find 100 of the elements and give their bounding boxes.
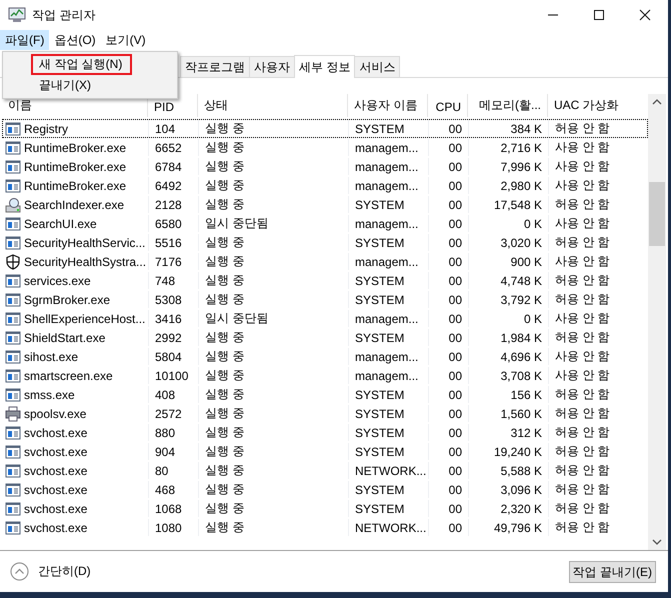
table-row[interactable]: SearchIndexer.exe 2128 실행 중 SYSTEM 00 17,548 K 허용 안 함: [2, 195, 648, 214]
table-cell: 104: [149, 120, 199, 137]
table-cell: 00: [429, 310, 469, 327]
table-cell-text: 허용 안 함: [554, 405, 611, 422]
menu-item[interactable]: 끝내기(X): [31, 75, 99, 96]
column-header[interactable]: 상태: [198, 94, 348, 117]
table-cell: 80: [149, 462, 199, 479]
table-cell: 408: [149, 386, 199, 403]
table-cell: svchost.exe: [24, 520, 88, 534]
table-cell: 00: [429, 291, 469, 308]
table-row[interactable]: spoolsv.exe 2572 실행 중 SYSTEM 00 1,560 K 허용 안 함: [2, 404, 648, 423]
window-icon: [5, 500, 21, 516]
table-cell: 00: [429, 519, 469, 536]
table-cell: RuntimeBroker.exe: [24, 178, 126, 192]
table-cell: 312 K: [469, 424, 549, 441]
window-icon: [5, 348, 21, 364]
table-cell: 00: [429, 139, 469, 156]
menu-item[interactable]: 새 작업 실행(N): [31, 54, 132, 75]
tab[interactable]: 세부 정보: [294, 55, 356, 78]
table-cell: SearchIndexer.exe: [24, 198, 124, 212]
window-icon: [5, 216, 21, 232]
table-cell: SYSTEM: [349, 443, 429, 460]
table-cell: SecurityHealthSystra...: [24, 254, 146, 268]
fewer-details-link[interactable]: 간단히(D): [38, 563, 91, 580]
table-cell: 00: [429, 462, 469, 479]
table-cell: 실행 중: [199, 177, 349, 194]
table-row[interactable]: services.exe 748 실행 중 SYSTEM 00 4,748 K 허용 안 함: [2, 271, 648, 290]
table-row[interactable]: RuntimeBroker.exe 6492 실행 중 managem... 00 2,980 K 사용 안 함: [2, 176, 648, 195]
table-row[interactable]: SearchUI.exe 6580 일시 중단됨 managem... 00 0 K 사용 안 함: [2, 214, 648, 233]
menu-item[interactable]: 파일(F): [0, 30, 50, 50]
table-cell: SecurityHealthServic...: [24, 236, 146, 250]
window-icon: [5, 368, 21, 384]
window-icon: [5, 292, 21, 308]
table-cell: SYSTEM: [349, 500, 429, 517]
scrollbar[interactable]: [648, 94, 666, 550]
table-cell-text: 사용 안 함: [554, 253, 611, 270]
column-header[interactable]: 메모리(활...: [468, 94, 548, 117]
close-icon[interactable]: [639, 9, 651, 21]
table-cell: 00: [429, 500, 469, 517]
table-cell: 실행 중: [199, 272, 349, 289]
table-row[interactable]: RuntimeBroker.exe 6652 실행 중 managem... 00 2,716 K 사용 안 함: [2, 138, 648, 157]
table-cell: 2572: [149, 405, 199, 422]
table-row[interactable]: RuntimeBroker.exe 6784 실행 중 managem... 00 7,996 K 사용 안 함: [2, 157, 648, 176]
table-cell: 2128: [149, 196, 199, 213]
table-cell: 5804: [149, 348, 199, 365]
window-icon: [5, 234, 21, 250]
window-icon: [5, 386, 21, 402]
table-cell: 748: [149, 272, 199, 289]
table-cell: SYSTEM: [349, 291, 429, 308]
table-row[interactable]: svchost.exe 1068 실행 중 SYSTEM 00 2,320 K 허용 안 함: [2, 499, 648, 518]
window-icon: [5, 424, 21, 440]
table-cell: smartscreen.exe: [24, 368, 113, 382]
table-cell: 일시 중단됨: [199, 310, 349, 327]
menu-item[interactable]: 보기(V): [100, 30, 151, 50]
column-header[interactable]: UAC 가상화: [548, 94, 646, 117]
table-row[interactable]: svchost.exe 80 실행 중 NETWORK... 00 5,588 K 허용 안 함: [2, 461, 648, 480]
table-row[interactable]: svchost.exe 880 실행 중 SYSTEM 00 312 K 허용 안 함: [2, 423, 648, 442]
table-cell: SYSTEM: [349, 329, 429, 346]
window-icon: [5, 462, 21, 478]
column-header[interactable]: 사용자 이름: [348, 94, 428, 117]
shield-icon: [5, 254, 21, 270]
table-row[interactable]: svchost.exe 904 실행 중 SYSTEM 00 19,240 K 허용 안 함: [2, 442, 648, 461]
table-row[interactable]: sihost.exe 5804 실행 중 managem... 00 4,696 K 사용 안 함: [2, 347, 648, 366]
menu-item[interactable]: 옵션(O): [49, 30, 101, 50]
table-row[interactable]: ShellExperienceHost... 3416 일시 중단됨 managem... 00 0 K 사용 안 함: [2, 309, 648, 328]
table-cell: 156 K: [469, 386, 549, 403]
table-cell: NETWORK...: [349, 462, 429, 479]
table-row[interactable]: smartscreen.exe 10100 실행 중 managem... 00 3,708 K 사용 안 함: [2, 366, 648, 385]
table-row[interactable]: SgrmBroker.exe 5308 실행 중 SYSTEM 00 3,792 K 허용 안 함: [2, 290, 648, 309]
table-row[interactable]: SecurityHealthSystra... 7176 실행 중 managem... 00 900 K 사용 안 함: [2, 252, 648, 271]
table-row[interactable]: SecurityHealthServic... 5516 실행 중 SYSTEM 00 3,020 K 허용 안 함: [2, 233, 648, 252]
table-row[interactable]: smss.exe 408 실행 중 SYSTEM 00 156 K 허용 안 함: [2, 385, 648, 404]
table-cell: managem...: [349, 215, 429, 232]
table-cell: SearchUI.exe: [24, 216, 97, 230]
table-cell: 49,796 K: [469, 519, 549, 536]
end-task-button[interactable]: 작업 끝내기(E): [568, 560, 656, 582]
table-cell-text: 사용 안 함: [554, 367, 611, 384]
window-title: 작업 관리자: [32, 6, 96, 24]
table-row[interactable]: svchost.exe 468 실행 중 SYSTEM 00 3,096 K 허용 안 함: [2, 480, 648, 499]
table-cell-text: 허용 안 함: [554, 443, 611, 460]
column-header[interactable]: CPU: [428, 94, 468, 117]
tab[interactable]: 작프로그램: [180, 56, 250, 77]
maximize-icon[interactable]: [593, 9, 605, 21]
table-cell: NETWORK...: [349, 519, 429, 536]
table-cell: SYSTEM: [349, 196, 429, 213]
table-row[interactable]: Registry 104 실행 중 SYSTEM 00 384 K 허용 안 함: [2, 119, 648, 138]
tab[interactable]: 서비스: [354, 56, 400, 77]
table-cell: SYSTEM: [349, 405, 429, 422]
table-cell: 904: [149, 443, 199, 460]
table-cell: 00: [429, 272, 469, 289]
tab[interactable]: 사용자: [249, 56, 295, 77]
table-cell: 실행 중: [199, 196, 349, 213]
table-cell: svchost.exe: [24, 502, 88, 516]
table-cell: 일시 중단됨: [199, 215, 349, 232]
table-row[interactable]: ShieldStart.exe 2992 실행 중 SYSTEM 00 1,984 K 허용 안 함: [2, 328, 648, 347]
collapse-icon[interactable]: [10, 562, 29, 581]
window-icon: [5, 272, 21, 288]
table-cell: 00: [429, 253, 469, 270]
table-row[interactable]: svchost.exe 1080 실행 중 NETWORK... 00 49,796 K 허용 안 함: [2, 518, 648, 537]
table-cell: 실행 중: [199, 386, 349, 403]
